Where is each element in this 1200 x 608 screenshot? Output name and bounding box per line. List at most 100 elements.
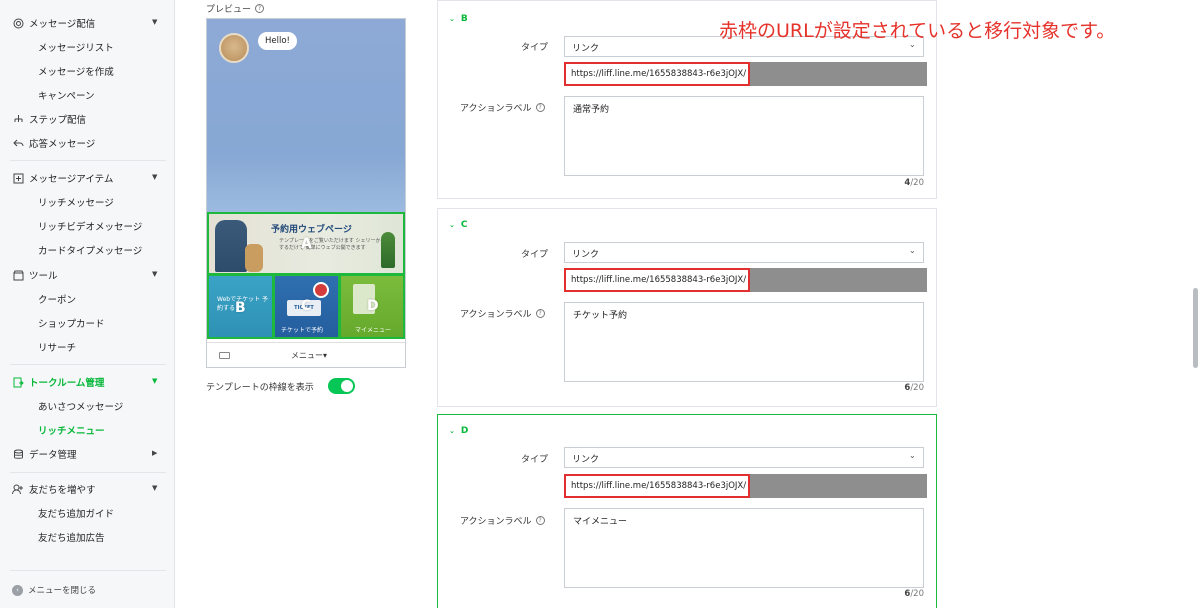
nav-message-list[interactable]: メッセージリスト bbox=[38, 40, 114, 54]
redacted-area bbox=[750, 268, 927, 292]
nav-label: メッセージ配信 bbox=[29, 19, 96, 30]
url-input[interactable]: https://liff.line.me/1655838843-r6e3jOJX… bbox=[564, 62, 750, 86]
action-label-text: アクションラベル bbox=[460, 517, 532, 527]
chevron-left-icon: ‹ bbox=[12, 584, 23, 596]
sidebar: メッセージ配信 ▼ メッセージリスト メッセージを作成 キャンペーン ステップ配… bbox=[0, 0, 175, 608]
nav-tools[interactable]: ツール ▼ bbox=[12, 268, 157, 282]
nav-label: データ管理 bbox=[29, 450, 77, 461]
preview-title: プレビュー bbox=[206, 5, 252, 15]
plant-illustration bbox=[381, 232, 395, 268]
close-menu-button[interactable]: ‹ メニューを閉じる bbox=[12, 584, 96, 596]
type-label: タイプ bbox=[521, 43, 549, 53]
phone-preview: Hello! 予約用ウェブページ テンプレートをご覧いただけます シェリーから設… bbox=[206, 18, 406, 368]
nav-label: ツール bbox=[29, 271, 58, 282]
area-a-label: A bbox=[301, 236, 312, 252]
nav-shop-card[interactable]: ショップカード bbox=[38, 316, 105, 330]
action-label-text: アクションラベル bbox=[460, 310, 532, 320]
area-d-label: D bbox=[367, 298, 379, 314]
database-icon bbox=[12, 448, 24, 460]
rich-menu-area-a[interactable]: 予約用ウェブページ テンプレートをご覧いただけます シェリーから設定するだけで … bbox=[207, 212, 405, 275]
nav-label: トークルーム管理 bbox=[29, 378, 105, 389]
divider bbox=[10, 472, 166, 473]
nav-label: 応答メッセージ bbox=[29, 139, 96, 150]
action-label-input[interactable]: チケット予約 bbox=[564, 302, 924, 382]
nav-rich-message[interactable]: リッチメッセージ bbox=[38, 195, 114, 209]
caret-down-icon: ▼ bbox=[152, 173, 158, 181]
nav-friend-guide[interactable]: 友だち追加ガイド bbox=[38, 506, 114, 520]
nav-coupon[interactable]: クーポン bbox=[38, 292, 76, 306]
nav-message-delivery[interactable]: メッセージ配信 ▼ bbox=[12, 16, 157, 30]
nav-auto-reply[interactable]: 応答メッセージ bbox=[12, 136, 95, 150]
area-c-text: チケットで予約 bbox=[281, 327, 324, 334]
url-input[interactable]: https://liff.line.me/1655838843-r6e3jOJX… bbox=[564, 474, 750, 498]
dropdown-caret-icon: ⌄ bbox=[909, 451, 916, 460]
action-label-label: アクションラベル ? bbox=[460, 514, 545, 527]
nav-label: 友だちを増やす bbox=[29, 485, 96, 496]
chat-bubble: Hello! bbox=[258, 32, 297, 50]
counter-max: /20 bbox=[910, 178, 924, 188]
type-select[interactable]: リンク bbox=[564, 242, 924, 263]
redacted-area bbox=[750, 474, 927, 498]
nav-data-mgmt[interactable]: データ管理 ▶ bbox=[12, 447, 157, 461]
nav-create-message[interactable]: メッセージを作成 bbox=[38, 64, 114, 78]
avatar bbox=[219, 33, 249, 63]
nav-label: ステップ配信 bbox=[29, 115, 87, 126]
action-label-input[interactable]: マイメニュー bbox=[564, 508, 924, 588]
annotation-note: 赤枠のURLが設定されていると移行対象です。 bbox=[719, 20, 1116, 42]
counter-max: /20 bbox=[910, 383, 924, 393]
nav-card-type[interactable]: カードタイプメッセージ bbox=[38, 243, 142, 257]
card-header-b[interactable]: ⌄ B bbox=[449, 14, 468, 24]
rich-menu-area-d[interactable]: マイメニュー D bbox=[339, 274, 405, 339]
card-header-c[interactable]: ⌄ C bbox=[449, 220, 467, 230]
card-header-d[interactable]: ⌄ D bbox=[449, 426, 468, 436]
preview-label: プレビュー ? bbox=[206, 2, 265, 15]
nav-step-delivery[interactable]: ステップ配信 bbox=[12, 112, 86, 126]
toggle-knob bbox=[341, 380, 353, 392]
nav-chat-room[interactable]: トークルーム管理 ▼ bbox=[12, 375, 157, 389]
url-input[interactable]: https://liff.line.me/1655838843-r6e3jOJX… bbox=[564, 268, 750, 292]
help-icon[interactable]: ? bbox=[535, 309, 545, 318]
nav-label: メッセージアイテム bbox=[29, 174, 114, 185]
nav-research[interactable]: リサーチ bbox=[38, 340, 76, 354]
url-row: https://liff.line.me/1655838843-r6e3jOJX… bbox=[564, 268, 927, 292]
nav-rich-menu[interactable]: リッチメニュー bbox=[38, 423, 105, 437]
nav-message-items[interactable]: メッセージアイテム ▼ bbox=[12, 171, 157, 185]
action-label-input[interactable]: 通常予約 bbox=[564, 96, 924, 176]
caret-down-icon: ▼ bbox=[152, 270, 158, 278]
nav-rich-video[interactable]: リッチビデオメッセージ bbox=[38, 219, 142, 233]
menu-bar-label[interactable]: メニュー▾ bbox=[291, 350, 327, 361]
person-illustration bbox=[215, 220, 247, 272]
chat-room-icon bbox=[12, 376, 24, 388]
template-border-toggle[interactable] bbox=[328, 378, 355, 394]
url-row: https://liff.line.me/1655838843-r6e3jOJX… bbox=[564, 474, 927, 498]
nav-add-friends[interactable]: 友だちを増やす ▼ bbox=[12, 482, 157, 496]
chevron-down-icon: ⌄ bbox=[449, 221, 455, 229]
scrollbar[interactable] bbox=[1193, 288, 1198, 368]
char-counter: 6/20 bbox=[880, 589, 924, 599]
redacted-area bbox=[750, 62, 927, 86]
menu-bar: メニュー▾ bbox=[207, 342, 405, 367]
action-label-label: アクションラベル ? bbox=[460, 101, 545, 114]
caret-down-icon: ▼ bbox=[152, 18, 158, 26]
caret-right-icon: ▶ bbox=[152, 449, 158, 457]
nav-greeting[interactable]: あいさつメッセージ bbox=[38, 399, 123, 413]
area-d-text: マイメニュー bbox=[355, 327, 392, 334]
nav-campaign[interactable]: キャンペーン bbox=[38, 88, 95, 102]
card-letter: C bbox=[460, 220, 468, 230]
keyboard-icon[interactable] bbox=[219, 352, 230, 359]
store-icon bbox=[12, 269, 24, 281]
type-select[interactable]: リンク bbox=[564, 447, 924, 468]
area-a-title: 予約用ウェブページ bbox=[271, 225, 352, 235]
help-icon[interactable]: ? bbox=[255, 4, 265, 13]
rich-menu-area-c[interactable]: TICKET チケットで予約 C bbox=[273, 274, 340, 339]
rich-menu-area-b[interactable]: Webでチケット 予約する B bbox=[207, 274, 274, 339]
hierarchy-icon bbox=[12, 113, 24, 125]
divider bbox=[10, 160, 166, 161]
card-letter: D bbox=[460, 426, 469, 436]
char-counter: 4/20 bbox=[880, 178, 924, 188]
help-icon[interactable]: ? bbox=[535, 516, 545, 525]
dog-illustration bbox=[245, 244, 263, 272]
nav-friend-ads[interactable]: 友だち追加広告 bbox=[38, 530, 105, 544]
help-icon[interactable]: ? bbox=[535, 103, 545, 112]
action-label-label: アクションラベル ? bbox=[460, 307, 545, 320]
